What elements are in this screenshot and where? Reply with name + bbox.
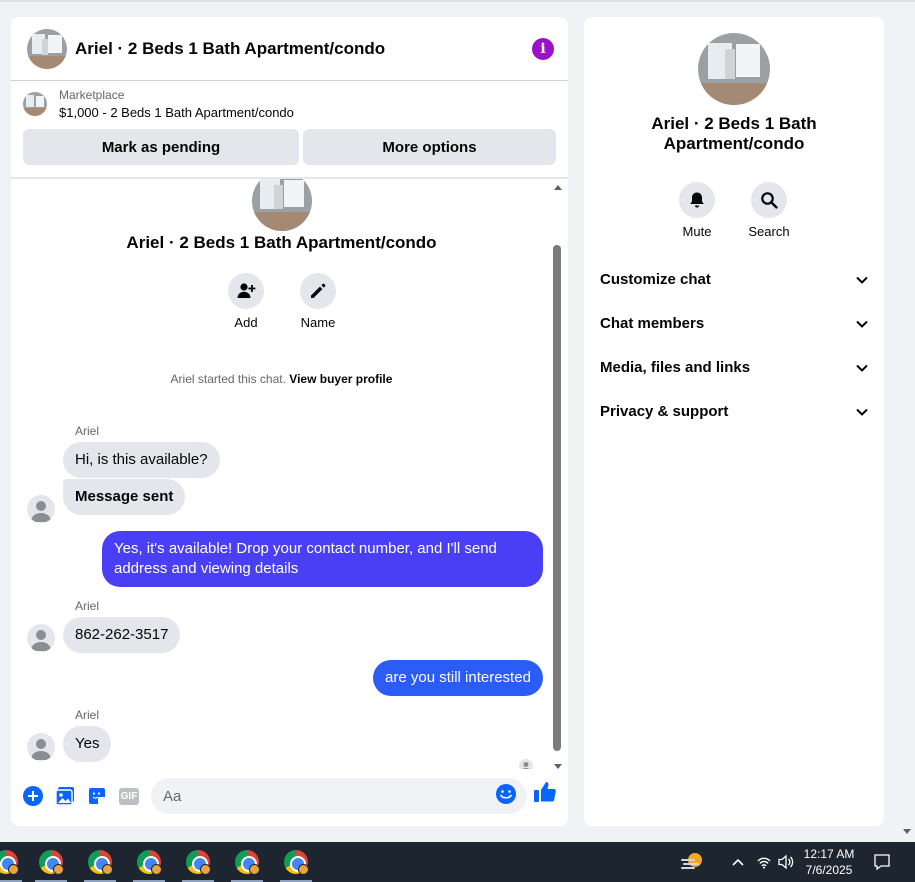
message-composer: GIF bbox=[11, 777, 568, 815]
listing-source: Marketplace bbox=[59, 87, 125, 102]
chat-started-note: Ariel started this chat. View buyer prof… bbox=[11, 372, 552, 386]
listing-summary[interactable]: Marketplace $1,000 - 2 Beds 1 Bath Apart… bbox=[11, 81, 568, 126]
listing-thumbnail bbox=[23, 91, 47, 116]
taskbar-chrome-window[interactable] bbox=[32, 842, 70, 882]
listing-price-title: $1,000 - 2 Beds 1 Bath Apartment/condo bbox=[59, 104, 294, 120]
page-scroll-down-arrow[interactable] bbox=[903, 829, 911, 834]
add-people-action[interactable]: Add bbox=[216, 273, 276, 330]
conversation-details-panel: Ariel · 2 Beds 1 Bath Apartment/condo Mu… bbox=[584, 17, 884, 826]
plus-icon[interactable] bbox=[17, 780, 49, 812]
section-label: Chat members bbox=[600, 314, 705, 332]
incoming-message[interactable]: 862-262-3517 bbox=[63, 617, 181, 653]
chat-panel: Ariel · 2 Beds 1 Bath Apartment/condo i … bbox=[11, 17, 568, 826]
conversation-avatar[interactable] bbox=[27, 28, 67, 69]
scroll-up-arrow[interactable] bbox=[554, 185, 562, 190]
intro-avatar bbox=[252, 179, 312, 231]
incoming-message[interactable]: Hi, is this available? bbox=[63, 442, 220, 478]
sender-name: Ariel bbox=[75, 599, 100, 613]
chevron-down-icon bbox=[856, 403, 868, 420]
message-thread[interactable]: Ariel · 2 Beds 1 Bath Apartment/condo Ad… bbox=[11, 179, 568, 769]
volume-icon[interactable] bbox=[777, 842, 795, 882]
chevron-down-icon bbox=[856, 315, 868, 332]
sender-name: Ariel bbox=[75, 424, 100, 438]
user-avatar[interactable] bbox=[27, 733, 55, 761]
sticker-icon[interactable] bbox=[81, 780, 113, 812]
intro-title: Ariel · 2 Beds 1 Bath Apartment/condo bbox=[126, 233, 437, 252]
name-label: Name bbox=[300, 315, 336, 330]
user-avatar[interactable] bbox=[27, 624, 55, 652]
chevron-down-icon bbox=[856, 359, 868, 376]
chevron-up-icon[interactable] bbox=[731, 842, 745, 882]
user-avatar[interactable] bbox=[27, 495, 55, 523]
message-sent-card[interactable]: Message sent bbox=[63, 479, 186, 515]
taskbar-clock[interactable]: 12:17 AM 7/6/2025 bbox=[796, 846, 862, 878]
taskbar-chrome-window[interactable] bbox=[228, 842, 266, 882]
conversation-title[interactable]: Ariel · 2 Beds 1 Bath Apartment/condo bbox=[75, 39, 532, 59]
customize-chat-row[interactable]: Customize chat bbox=[600, 267, 868, 291]
chat-started-text: Ariel started this chat. bbox=[170, 372, 286, 386]
listing-actions: Mark as pending More options bbox=[11, 126, 568, 165]
clock-date: 7/6/2025 bbox=[805, 863, 853, 877]
mute-action[interactable]: Mute bbox=[667, 182, 727, 239]
outgoing-message[interactable]: Yes, it's available! Drop your contact n… bbox=[102, 531, 543, 587]
seen-receipt-avatar bbox=[519, 759, 533, 769]
section-label: Privacy & support bbox=[600, 402, 729, 420]
chevron-down-icon bbox=[856, 271, 868, 288]
thread-scrollbar[interactable] bbox=[553, 181, 563, 769]
taskbar-chrome-window[interactable] bbox=[277, 842, 315, 882]
details-avatar bbox=[698, 33, 770, 105]
chat-header: Ariel · 2 Beds 1 Bath Apartment/condo i bbox=[11, 17, 568, 81]
thumbs-up-icon[interactable] bbox=[533, 780, 557, 809]
bell-icon[interactable] bbox=[679, 182, 715, 218]
weather-widget-icon[interactable] bbox=[680, 842, 706, 882]
section-label: Customize chat bbox=[600, 270, 711, 288]
taskbar-chrome-window[interactable] bbox=[179, 842, 217, 882]
emoji-icon[interactable] bbox=[495, 783, 517, 805]
search-label: Search bbox=[748, 224, 790, 239]
windows-taskbar: 12:17 AM 7/6/2025 bbox=[0, 842, 915, 882]
gif-icon[interactable]: GIF bbox=[113, 780, 145, 812]
incoming-message[interactable]: Yes bbox=[63, 726, 112, 762]
view-buyer-profile-link[interactable]: View buyer profile bbox=[289, 372, 392, 386]
pencil-icon[interactable] bbox=[300, 273, 336, 309]
details-title: Ariel · 2 Beds 1 Bath Apartment/condo bbox=[651, 114, 817, 153]
notification-center-icon[interactable] bbox=[873, 842, 891, 882]
mute-label: Mute bbox=[682, 224, 712, 239]
gif-label: GIF bbox=[118, 787, 140, 805]
section-label: Media, files and links bbox=[600, 358, 751, 376]
outgoing-message[interactable]: are you still interested bbox=[373, 660, 543, 696]
photo-icon[interactable] bbox=[49, 780, 81, 812]
chat-members-row[interactable]: Chat members bbox=[600, 311, 868, 335]
search-action[interactable]: Search bbox=[739, 182, 799, 239]
media-files-links-row[interactable]: Media, files and links bbox=[600, 355, 868, 379]
info-icon[interactable]: i bbox=[532, 37, 554, 60]
scroll-down-arrow[interactable] bbox=[554, 764, 562, 769]
taskbar-chrome-window[interactable] bbox=[81, 842, 119, 882]
taskbar-chrome-window[interactable] bbox=[0, 842, 25, 882]
more-options-button[interactable]: More options bbox=[303, 129, 556, 165]
privacy-support-row[interactable]: Privacy & support bbox=[600, 399, 868, 423]
sender-name: Ariel bbox=[75, 708, 100, 722]
add-person-icon[interactable] bbox=[228, 273, 264, 309]
search-icon[interactable] bbox=[751, 182, 787, 218]
scroll-thumb[interactable] bbox=[553, 245, 561, 751]
taskbar-chrome-window[interactable] bbox=[130, 842, 168, 882]
name-chat-action[interactable]: Name bbox=[288, 273, 348, 330]
message-input[interactable] bbox=[151, 778, 527, 814]
wifi-icon[interactable] bbox=[756, 842, 772, 882]
window-top-edge bbox=[0, 0, 915, 2]
clock-time: 12:17 AM bbox=[803, 847, 855, 861]
mark-as-pending-button[interactable]: Mark as pending bbox=[23, 129, 299, 165]
add-label: Add bbox=[234, 315, 258, 330]
